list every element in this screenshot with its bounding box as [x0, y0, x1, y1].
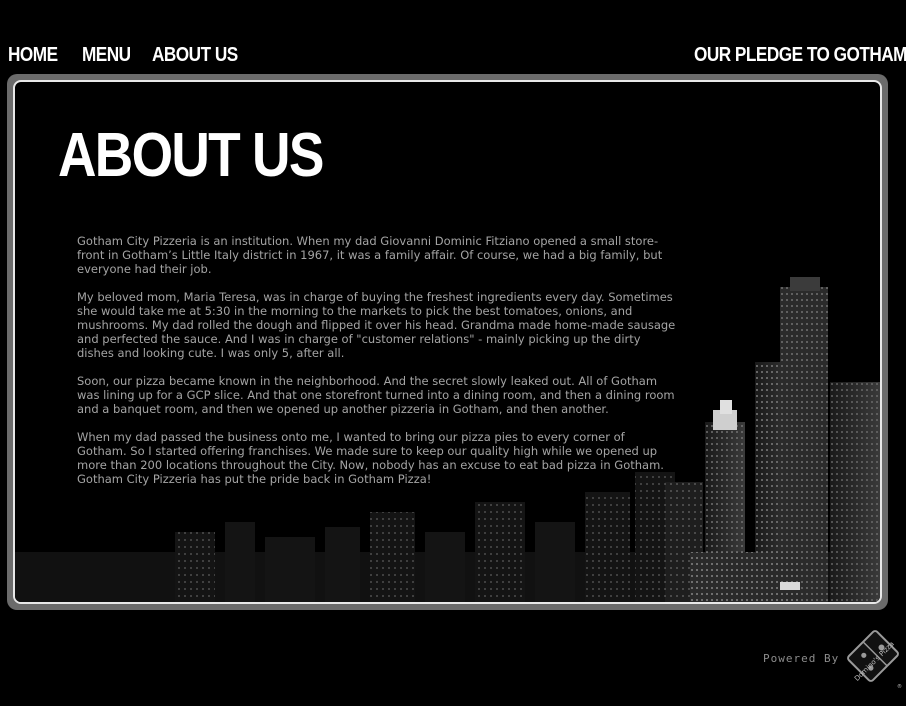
about-paragraph: When my dad passed the business onto me,…: [77, 430, 664, 486]
nav-pledge-link[interactable]: OUR PLEDGE TO GOTHAM: [694, 44, 906, 67]
content-panel: ABOUT US Gotham City Pizzeria is an inst…: [13, 80, 882, 604]
top-navigation: HOME MENU ABOUT US OUR PLEDGE TO GOTHAM: [0, 0, 906, 74]
nav-menu-link[interactable]: MENU: [82, 44, 131, 67]
logo-registered-mark: ®: [897, 683, 902, 690]
nav-about-link[interactable]: ABOUT US: [152, 44, 238, 67]
page-title: ABOUT US: [58, 121, 324, 190]
about-body: Gotham City Pizzeria is an institution. …: [77, 234, 677, 500]
about-paragraph: Soon, our pizza became known in the neig…: [77, 374, 675, 416]
powered-by-label: Powered By: [763, 652, 840, 665]
content-frame: ABOUT US Gotham City Pizzeria is an inst…: [7, 74, 888, 610]
about-paragraph: Gotham City Pizzeria is an institution. …: [77, 234, 663, 276]
about-paragraph: My beloved mom, Maria Teresa, was in cha…: [77, 290, 676, 360]
nav-home-link[interactable]: HOME: [8, 44, 58, 67]
dominos-logo-icon[interactable]: Domino's Pizza ®: [843, 626, 903, 690]
